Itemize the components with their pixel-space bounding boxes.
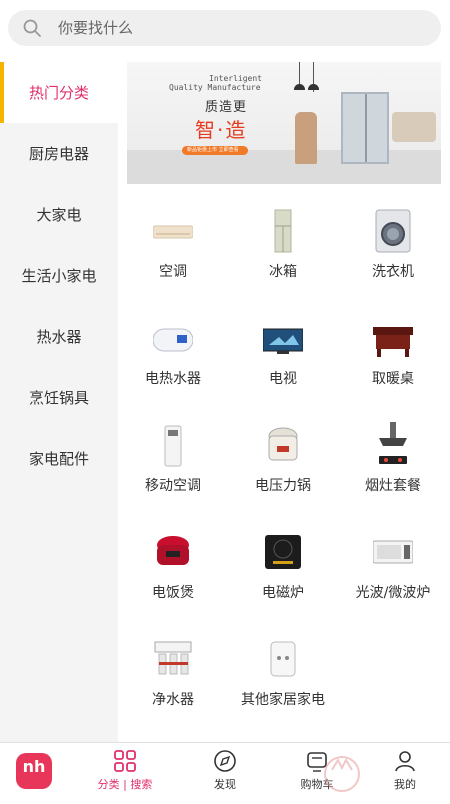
product-label: 移动空调 [145,478,201,494]
product-item-fridge[interactable]: 冰箱 [228,200,338,305]
product-item-portable-ac[interactable]: 移动空调 [118,414,228,519]
tab-category-search[interactable]: 分类 | 搜索 [85,749,165,793]
product-label: 空调 [159,264,187,280]
banner-tagline-line1: Interligent [209,74,262,83]
rice-cooker-icon [157,536,189,565]
juicer-icon [295,112,317,164]
washing-machine-icon [375,209,411,253]
product-item-water-purifier[interactable]: 净水器 [118,628,228,733]
product-item-ac[interactable]: 空调 [118,200,228,305]
induction-cooker-icon [265,535,301,569]
water-heater-icon [153,328,193,352]
search-bar[interactable]: 你要找什么 [8,10,441,46]
product-label: 电磁炉 [262,585,304,601]
product-label: 电热水器 [145,371,201,387]
water-purifier-icon [154,641,192,675]
product-label: 电饭煲 [152,585,194,601]
refrigerator-icon [274,209,292,253]
tab-discover[interactable]: 发现 [185,749,265,793]
category-sidebar: 热门分类 厨房电器 大家电 生活小家电 热水器 烹饪锅具 家电配件 [0,62,118,742]
product-label: 其他家居家电 [241,692,325,708]
oven-icon [392,112,436,142]
pendant-lamp-icon [294,62,305,90]
product-label: 电视 [269,371,297,387]
banner-tagline: Interligent Quality Manufacture [169,74,262,92]
promo-banner[interactable]: Interligent Quality Manufacture 质造更 智·造 … [127,62,441,184]
app-logo[interactable]: nh [16,753,52,789]
product-label: 净水器 [152,692,194,708]
banner-tagline-line2: Quality Manufacture [169,83,261,92]
product-item-rice-cooker[interactable]: 电饭煲 [118,521,228,626]
product-item-heating-table[interactable]: 取暖桌 [338,307,448,412]
search-header: 你要找什么 [0,0,450,58]
sidebar-item-accessories[interactable]: 家电配件 [0,428,118,489]
product-label: 洗衣机 [372,264,414,280]
search-input[interactable]: 你要找什么 [58,10,133,46]
refrigerator-image [341,92,389,164]
air-conditioner-icon [153,225,193,239]
heating-table-icon [373,327,413,357]
app-logo-text: nh [22,757,46,776]
tv-icon [263,328,303,354]
range-hood-icon [379,422,407,464]
product-item-washer[interactable]: 洗衣机 [338,200,448,305]
product-label: 光波/微波炉 [355,585,431,601]
sidebar-item-cookware[interactable]: 烹饪锅具 [0,367,118,428]
pressure-cooker-icon [268,427,298,461]
banner-headline-accent: 智·造 [195,118,248,142]
banner-cta-text: 新品钜惠上市 立即查看 [187,147,239,153]
product-item-pressure-cooker[interactable]: 电压力锅 [228,414,338,519]
portable-ac-icon [164,425,182,467]
search-icon [23,19,41,37]
microwave-icon [373,540,413,564]
product-item-induction[interactable]: 电磁炉 [228,521,338,626]
compass-icon [214,750,236,772]
sidebar-item-small-appliances[interactable]: 生活小家电 [0,245,118,306]
sidebar-item-water-heater[interactable]: 热水器 [0,306,118,367]
sidebar-item-hot[interactable]: 热门分类 [0,62,118,123]
product-label: 冰箱 [269,264,297,280]
site-watermark [322,748,450,800]
grid-icon [114,750,136,772]
product-item-microwave[interactable]: 光波/微波炉 [338,521,448,626]
product-item-other[interactable]: 其他家居家电 [228,628,338,733]
sidebar-item-major-appliances[interactable]: 大家电 [0,184,118,245]
smart-plug-icon [270,641,296,677]
tab-label: 发现 [214,778,236,791]
product-item-tv[interactable]: 电视 [228,307,338,412]
pendant-lamp-icon [308,62,319,92]
fox-logo-icon [324,756,360,792]
product-label: 烟灶套餐 [365,478,421,494]
banner-floor [127,150,441,184]
tab-label: 分类 | 搜索 [97,778,153,791]
product-label: 取暖桌 [372,371,414,387]
product-item-water-heater[interactable]: 电热水器 [118,307,228,412]
sidebar-item-kitchen[interactable]: 厨房电器 [0,123,118,184]
banner-headline: 质造更 [205,100,248,115]
product-item-hood-stove[interactable]: 烟灶套餐 [338,414,448,519]
product-label: 电压力锅 [255,478,311,494]
